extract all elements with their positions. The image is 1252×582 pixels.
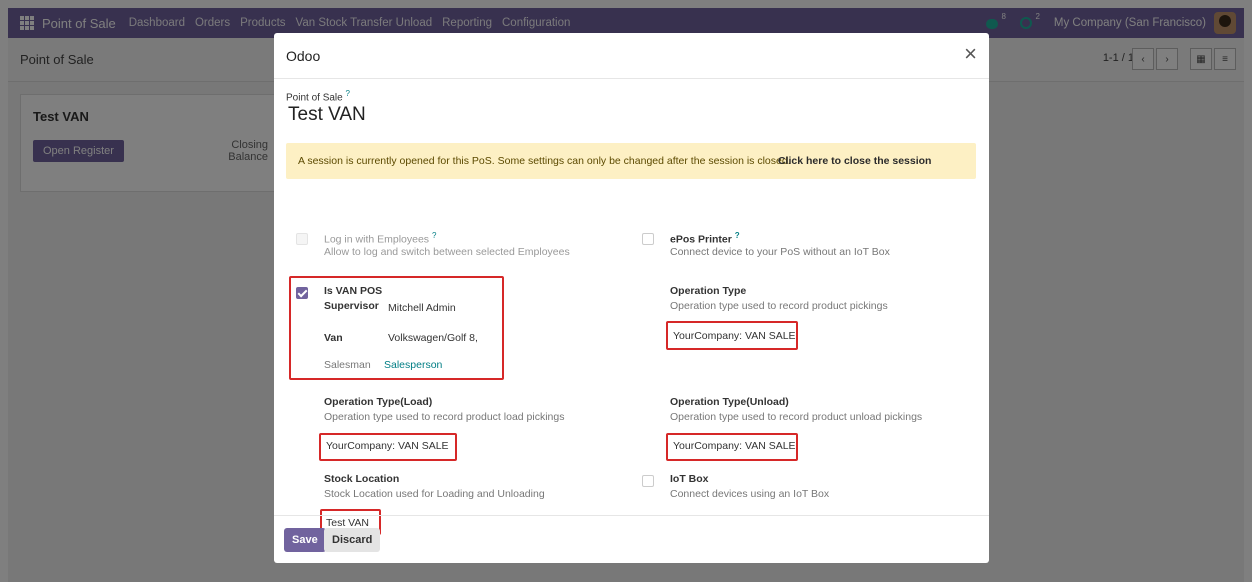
operation-type-highlight <box>666 321 798 350</box>
login-employees-help: Allow to log and switch between selected… <box>324 246 570 258</box>
login-employees-checkbox[interactable] <box>296 233 308 245</box>
session-alert: A session is currently opened for this P… <box>286 143 976 179</box>
dialog-header: Odoo × <box>274 33 989 79</box>
settings-dialog: Odoo × Point of Sale ? Test VAN A sessio… <box>274 33 989 563</box>
operation-type-load-label: Operation Type(Load) <box>324 396 433 408</box>
epos-printer-help: Connect device to your PoS without an Io… <box>670 246 890 258</box>
operation-type-load-highlight <box>319 433 457 461</box>
login-employees-label: Log in with Employees ? <box>324 231 437 246</box>
save-button[interactable]: Save <box>284 528 326 552</box>
dialog-title: Odoo <box>286 48 321 64</box>
epos-printer-checkbox[interactable] <box>642 233 654 245</box>
iot-box-help: Connect devices using an IoT Box <box>670 488 830 500</box>
stock-location-label: Stock Location <box>324 473 400 485</box>
operation-type-help: Operation type used to record product pi… <box>670 300 888 312</box>
pos-field-label: Point of Sale ? <box>286 89 350 104</box>
dialog-footer: Save Discard <box>274 515 989 563</box>
operation-type-unload-highlight <box>666 433 798 461</box>
van-pos-highlight <box>289 276 504 380</box>
epos-printer-label: ePos Printer ? <box>670 231 740 246</box>
operation-type-label: Operation Type <box>670 285 747 297</box>
close-icon[interactable]: × <box>964 43 977 65</box>
close-session-link[interactable]: Click here to close the session <box>778 155 931 167</box>
iot-box-label: IoT Box <box>670 473 709 485</box>
operation-type-unload-help: Operation type used to record product un… <box>670 411 923 423</box>
iot-box-checkbox[interactable] <box>642 475 654 487</box>
session-alert-text: A session is currently opened for this P… <box>298 155 791 167</box>
dialog-body: Point of Sale ? Test VAN A session is cu… <box>274 79 989 535</box>
discard-button[interactable]: Discard <box>324 528 381 552</box>
operation-type-load-help: Operation type used to record product lo… <box>324 411 565 423</box>
operation-type-unload-label: Operation Type(Unload) <box>670 396 789 408</box>
stock-location-help: Stock Location used for Loading and Unlo… <box>324 488 545 500</box>
pos-name-input[interactable]: Test VAN <box>288 104 366 126</box>
